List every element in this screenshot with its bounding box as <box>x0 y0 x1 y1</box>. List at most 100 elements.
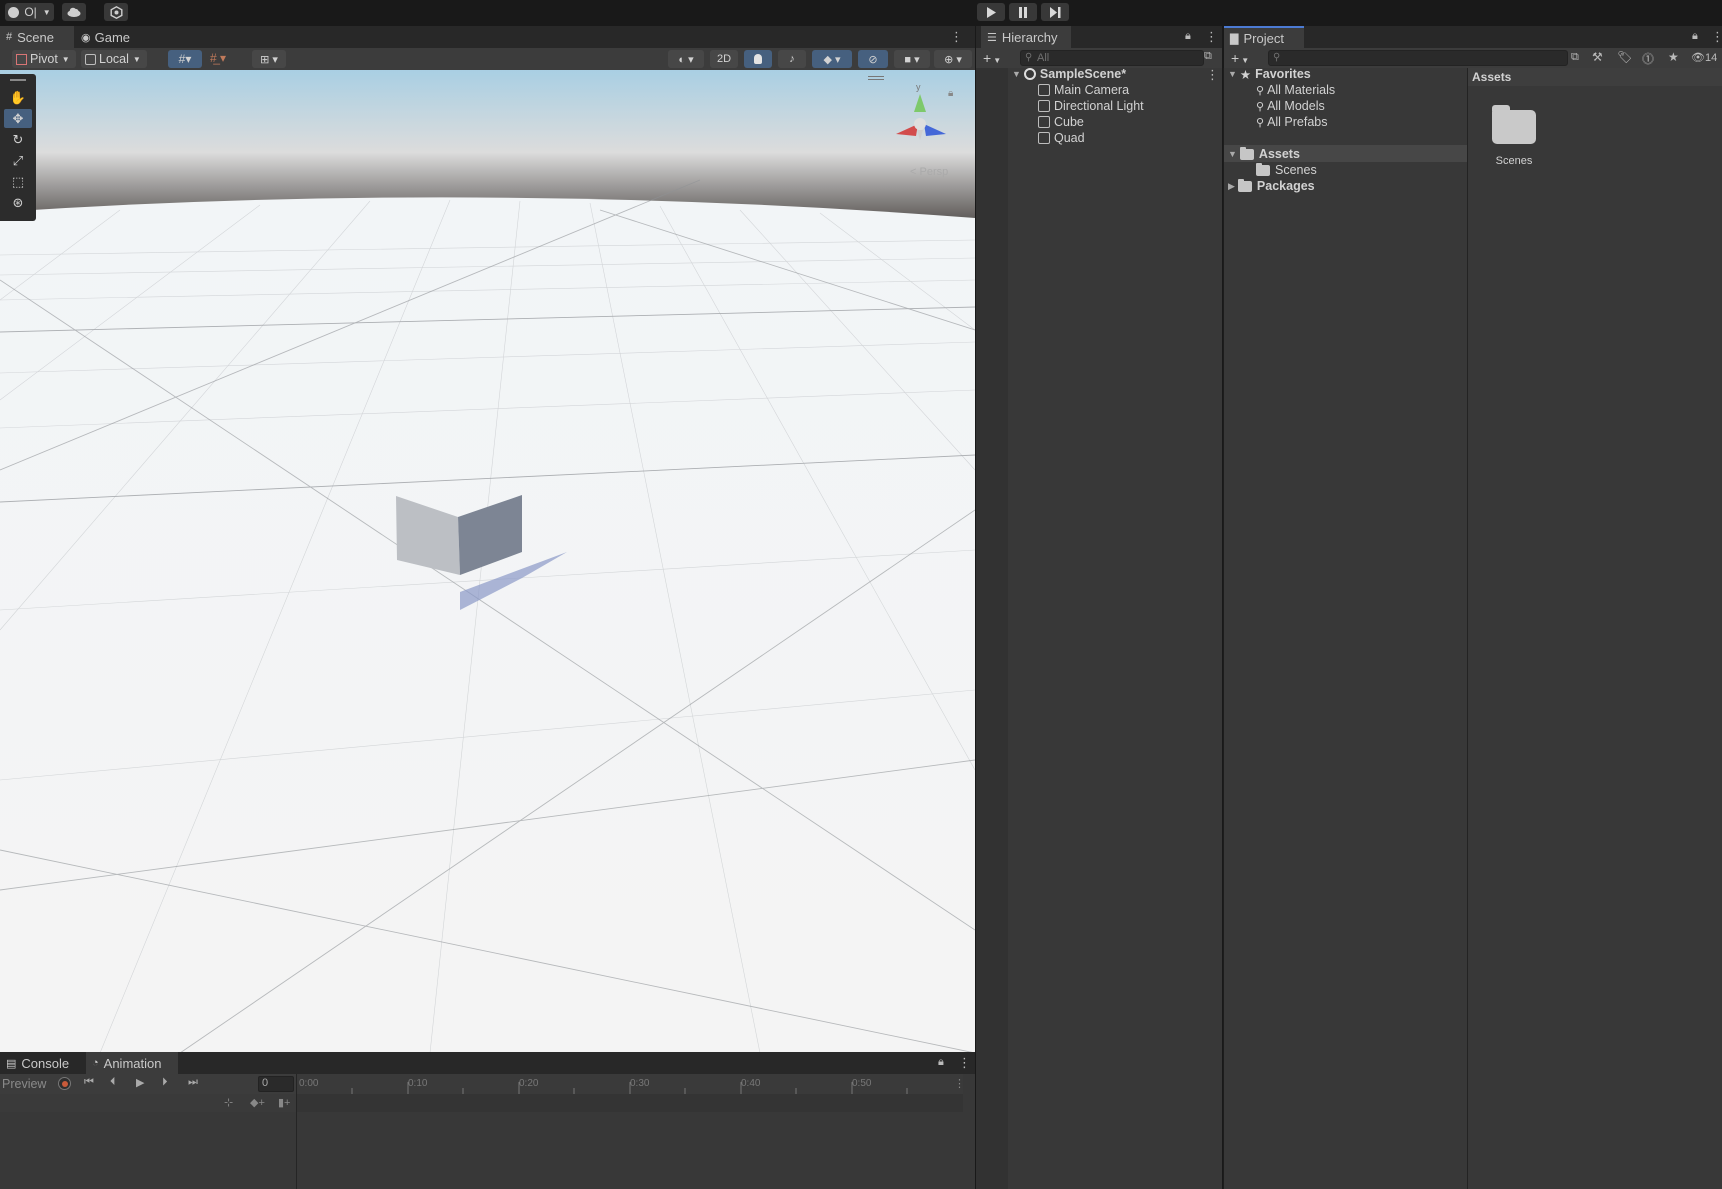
breadcrumb[interactable]: Assets <box>1472 70 1511 84</box>
create-asset-button[interactable]: + ▼ <box>1231 50 1249 66</box>
favorite-item[interactable]: ⚲ All Models <box>1256 98 1325 114</box>
orientation-gizmo[interactable]: y 🔒︎ < Persp <box>868 74 968 178</box>
gizmos-dropdown[interactable]: ⊕ ▾ <box>934 50 972 68</box>
anim-play-button[interactable]: ▶ <box>136 1076 144 1089</box>
grid-visibility-dropdown[interactable]: ⊞ ▾ <box>252 50 286 68</box>
scene-visibility-toggle[interactable]: ⊘ <box>858 50 888 68</box>
first-keyframe-button[interactable]: ⏮ <box>84 1076 94 1089</box>
timeline-ruler[interactable]: 0:00 0:10 0:20 0:30 0:40 0:50 ⋮ <box>297 1074 965 1094</box>
next-keyframe-button[interactable]: ⏵ <box>162 1076 168 1089</box>
lighting-toggle[interactable] <box>744 50 772 68</box>
scale-icon: ⤢ <box>12 152 24 168</box>
expand-arrow-icon: ▼ <box>1012 69 1021 79</box>
account-dropdown[interactable]: O| ▼ <box>5 3 54 21</box>
hierarchy-panel <box>976 26 1222 1189</box>
rect-tool-button[interactable]: ⬚ <box>4 172 32 191</box>
more-options-icon[interactable]: ⋮ <box>1205 29 1218 45</box>
favorite-item[interactable]: ⚲ All Materials <box>1256 82 1335 98</box>
assets-folder-row[interactable]: ▼ Assets <box>1228 146 1300 162</box>
scenes-folder-row[interactable]: Scenes <box>1256 162 1317 178</box>
chevron-down-icon: ▼ <box>1241 56 1250 65</box>
add-keyframe-icon[interactable]: ◆+ <box>250 1096 265 1109</box>
lock-icon[interactable]: 🔒︎ <box>1692 30 1698 43</box>
prev-keyframe-button[interactable]: ⏴ <box>110 1076 116 1089</box>
pivot-dropdown[interactable]: Pivot ▼ <box>12 50 76 68</box>
hierarchy-item[interactable]: Cube <box>1038 114 1084 130</box>
transform-tool-button[interactable]: ⊛ <box>4 193 32 212</box>
hidden-packages-toggle[interactable]: 👁︎14 <box>1691 51 1717 64</box>
type-filter-icon[interactable]: ⚒ <box>1592 50 1603 64</box>
tab-animation[interactable]: ◔ Animation <box>86 1052 178 1074</box>
search-filter-icon[interactable]: ⧉ <box>1204 50 1212 63</box>
scene-more-icon[interactable]: ⋮ <box>1206 67 1219 83</box>
hidden-eye-icon: ⊘ <box>868 53 878 66</box>
services-button[interactable] <box>104 3 128 21</box>
pause-button[interactable] <box>1009 3 1037 21</box>
gameobject-cube-icon <box>1038 84 1050 96</box>
cloud-button[interactable] <box>62 3 86 21</box>
folder-icon <box>1237 178 1252 192</box>
grid-snap-toggle[interactable]: #▾ <box>168 50 202 68</box>
increment-snap-toggle[interactable]: #̲ ▾ <box>210 51 246 67</box>
label-filter-icon[interactable]: 🏷︎ <box>1617 50 1632 64</box>
frame-input[interactable]: 0 <box>258 1076 294 1092</box>
tab-scene[interactable]: # Scene <box>0 26 74 48</box>
lock-icon[interactable]: 🔒︎ <box>1185 30 1191 43</box>
timeline-events-row[interactable] <box>297 1094 963 1112</box>
rotate-tool-button[interactable]: ↻ <box>4 130 32 149</box>
hierarchy-item[interactable]: Main Camera <box>1038 82 1129 98</box>
warning-filter-icon[interactable]: ⓵ <box>1642 50 1654 67</box>
local-dropdown[interactable]: Local ▼ <box>81 50 147 68</box>
tab-project[interactable]: ▇ Project <box>1224 26 1304 48</box>
tab-console[interactable]: ▤ Console <box>0 1052 90 1074</box>
scene-row[interactable]: ▼ SampleScene* <box>1012 66 1126 82</box>
scene-toolbar: Pivot ▼ Local ▼ #▾ #̲ ▾ ⊞ ▾ ◐ ▾ 2D ♪ ◆ ▾… <box>0 48 975 70</box>
project-split-divider[interactable] <box>1467 68 1468 1189</box>
last-keyframe-button[interactable]: ⏭ <box>188 1076 198 1089</box>
tab-game[interactable]: ◉ Game <box>75 26 141 48</box>
timeline-more-icon[interactable]: ⋮ <box>954 1077 965 1090</box>
favorite-item[interactable]: ⚲ All Prefabs <box>1256 114 1328 130</box>
asset-grid-item[interactable]: Scenes <box>1486 104 1542 174</box>
play-button[interactable] <box>977 3 1005 21</box>
more-options-icon[interactable]: ⋮ <box>1711 29 1722 45</box>
step-button[interactable] <box>1041 3 1069 21</box>
folder-icon: ▇ <box>1230 32 1239 45</box>
favorites-row[interactable]: ▼ ★ Favorites <box>1228 66 1311 82</box>
hierarchy-item[interactable]: Directional Light <box>1038 98 1144 114</box>
scale-tool-button[interactable]: ⤢ <box>4 151 32 170</box>
persp-label: Persp <box>919 166 949 178</box>
tab-console-label: Console <box>21 1055 70 1071</box>
tab-game-label: Game <box>94 29 131 45</box>
audio-toggle[interactable]: ♪ <box>778 50 806 68</box>
persp-toggle[interactable]: < Persp <box>910 166 948 178</box>
add-event-icon[interactable]: ▮+ <box>278 1096 290 1109</box>
hand-tool-button[interactable]: ✋ <box>4 88 32 107</box>
preview-toggle[interactable]: Preview <box>2 1077 46 1091</box>
more-options-icon[interactable]: ⋮ <box>950 29 963 45</box>
scene-viewport[interactable]: ✋ ✥ ↻ ⤢ ⬚ ⊛ y 🔒︎ < Persp <box>0 70 975 1053</box>
camera-dropdown[interactable]: ■ ▾ <box>894 50 930 68</box>
local-label: Local <box>99 52 129 66</box>
palette-grip-icon[interactable] <box>10 79 26 81</box>
packages-folder-row[interactable]: ▶ Packages <box>1228 178 1315 194</box>
project-title: Project <box>1243 30 1284 46</box>
add-object-button[interactable]: + ▼ <box>983 50 1001 66</box>
search-filter-icon[interactable]: ⧉ <box>1571 51 1579 64</box>
record-button[interactable] <box>58 1077 71 1090</box>
2d-toggle[interactable]: 2D <box>710 50 738 68</box>
tab-hierarchy[interactable]: ☰ Hierarchy <box>981 26 1071 48</box>
gizmo-grip-icon[interactable] <box>868 76 884 80</box>
search-icon: ⚲ <box>1256 116 1265 129</box>
project-search-input[interactable]: ⚲ <box>1268 50 1568 66</box>
more-options-icon[interactable]: ⋮ <box>958 1055 971 1071</box>
filter-icon[interactable]: ⊹ <box>224 1096 233 1109</box>
star-icon[interactable]: ★ <box>1668 50 1679 64</box>
move-tool-button[interactable]: ✥ <box>4 109 32 128</box>
lock-icon[interactable]: 🔒︎ <box>938 1056 944 1069</box>
hierarchy-search-input[interactable]: ⚲ All <box>1020 50 1204 66</box>
effects-dropdown[interactable]: ◆ ▾ <box>812 50 852 68</box>
hierarchy-item[interactable]: Quad <box>1038 130 1085 146</box>
draw-mode-dropdown[interactable]: ◐ ▾ <box>668 50 704 68</box>
lock-icon[interactable]: 🔒︎ <box>948 88 953 99</box>
